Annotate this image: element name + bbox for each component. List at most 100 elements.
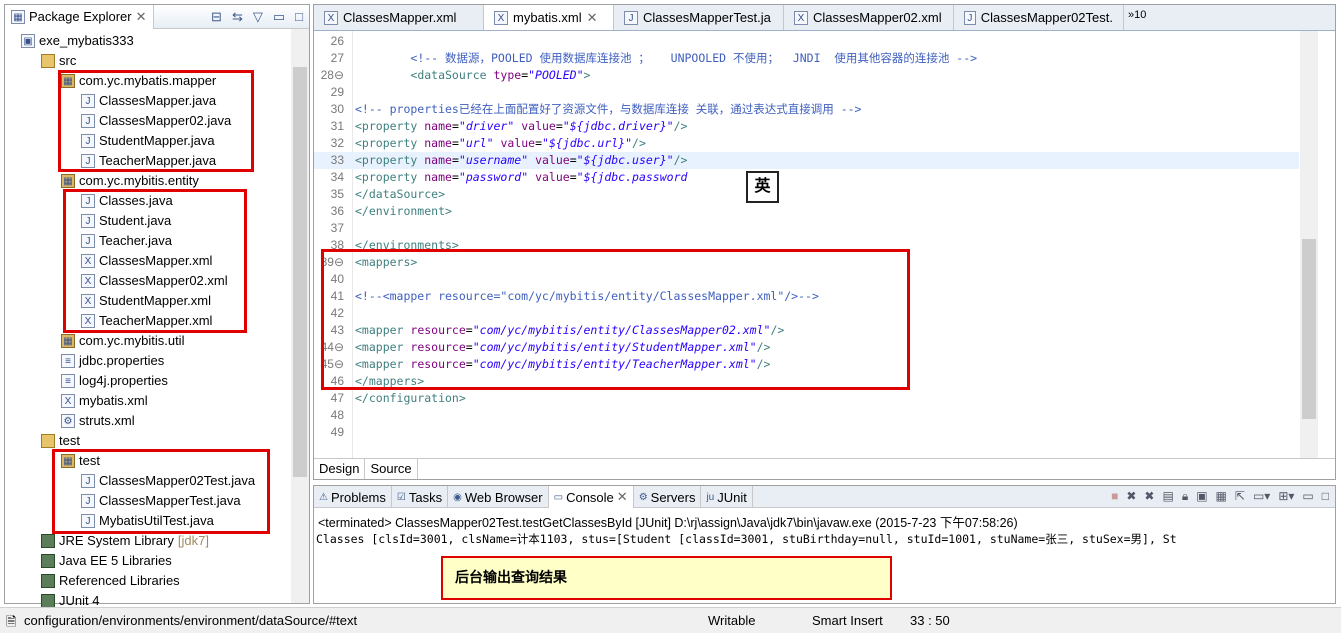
close-icon[interactable]: ✕ bbox=[136, 9, 147, 25]
tab-classesmapper-xml[interactable]: X ClassesMapper.xml bbox=[314, 5, 484, 30]
status-cursor-position: 33 : 50 bbox=[910, 613, 950, 628]
struts-file-icon: ⚙ bbox=[61, 414, 75, 428]
code-token: "${jdbc.password bbox=[576, 170, 688, 184]
code-line: 33 <property name="username" value="${jdb… bbox=[314, 152, 1299, 169]
line-number: 27 bbox=[330, 51, 344, 65]
tab-classesmapper02test-[interactable]: J ClassesMapper02Test. bbox=[954, 5, 1124, 30]
file-icon: X bbox=[324, 10, 338, 25]
highlight-test-package bbox=[52, 449, 270, 534]
code-line: 26 bbox=[314, 33, 1299, 50]
tree-item[interactable]: ▦ com.yc.mybitis.entity bbox=[61, 171, 199, 191]
line-number: 32 bbox=[330, 136, 344, 150]
code-token: value bbox=[535, 170, 570, 184]
xml-editor: X ClassesMapper.xml Xmybatis.xml ✕ J ClassesM… bbox=[313, 4, 1336, 480]
minimize-icon[interactable]: ▭ bbox=[1302, 489, 1313, 504]
tab-overflow-button[interactable]: »10 bbox=[1124, 5, 1150, 30]
editor-scrollbar[interactable] bbox=[1300, 31, 1318, 459]
tab-servers[interactable]: ⚙ Servers bbox=[634, 486, 702, 508]
library-icon bbox=[41, 594, 55, 608]
tab-junit[interactable]: ju JUnit bbox=[701, 486, 753, 508]
view-menu-icon[interactable]: ▽ bbox=[253, 9, 263, 25]
tab-package-explorer[interactable]: ▦ Package Explorer ✕ bbox=[5, 4, 154, 29]
tree-scrollbar[interactable] bbox=[291, 29, 309, 603]
code-token: name bbox=[424, 136, 452, 150]
console-output[interactable]: Classes [clsId=3001, clsName=计本1103, stu… bbox=[316, 531, 1331, 547]
code-token: "password" bbox=[458, 170, 529, 184]
maximize-icon[interactable]: □ bbox=[295, 9, 303, 25]
tree-item[interactable]: src bbox=[41, 51, 76, 71]
maximize-icon[interactable]: □ bbox=[1322, 489, 1329, 504]
code-token: "${jdbc.driver}" bbox=[562, 119, 674, 133]
tree-item-label: test bbox=[59, 433, 80, 448]
code-line: 32 <property name="url" value="${jdbc.url… bbox=[314, 135, 1299, 152]
tab-design[interactable]: Design bbox=[314, 459, 366, 479]
tree-item[interactable]: Referenced Libraries bbox=[41, 571, 180, 591]
tree-item[interactable]: ▣ exe_mybatis333 bbox=[21, 31, 134, 51]
tree-item[interactable]: ⚙ struts.xml bbox=[61, 411, 135, 431]
tab-label: ClassesMapper.xml bbox=[343, 10, 457, 25]
code-token: /> bbox=[632, 136, 646, 150]
code-token: = bbox=[535, 136, 543, 150]
tab-classesmapper02-xml[interactable]: X ClassesMapper02.xml bbox=[784, 5, 954, 30]
tab-mybatis-xml[interactable]: Xmybatis.xml ✕ bbox=[484, 5, 614, 30]
code-token: = bbox=[451, 153, 459, 167]
terminate-icon[interactable]: ■ bbox=[1111, 489, 1118, 504]
tab-web-browser[interactable]: ◉ Web Browser bbox=[448, 486, 549, 508]
pin-console-icon[interactable]: ⇱ bbox=[1235, 489, 1245, 504]
folder-icon bbox=[41, 434, 55, 448]
properties-file-icon: ≡ bbox=[61, 354, 75, 368]
code-token: value bbox=[521, 119, 556, 133]
tree-item-label: exe_mybatis333 bbox=[39, 33, 134, 48]
view-icon: ▭ bbox=[553, 491, 564, 503]
tree-item[interactable]: ▦ com.yc.mybitis.util bbox=[61, 331, 184, 351]
tree-item-suffix: [jdk7] bbox=[177, 533, 209, 548]
tab-source[interactable]: Source bbox=[365, 459, 418, 479]
show-console-icon[interactable]: ▦ bbox=[1216, 489, 1227, 504]
minimize-icon[interactable]: ▭ bbox=[273, 9, 285, 25]
code-token: /> bbox=[673, 119, 688, 133]
tab-classesmappertest-ja[interactable]: J ClassesMapperTest.ja bbox=[614, 5, 784, 30]
open-console-icon[interactable]: ⊞▾ bbox=[1278, 489, 1294, 504]
tree-item[interactable]: ≡ log4j.properties bbox=[61, 371, 168, 391]
tree-item[interactable]: JRE System Library [jdk7] bbox=[41, 531, 209, 551]
line-number: 37 bbox=[330, 221, 344, 235]
tree-item[interactable]: ≡ jdbc.properties bbox=[61, 351, 164, 371]
scroll-lock-icon[interactable]: 🔒︎ bbox=[1182, 489, 1188, 504]
code-line: 28⊖ <dataSource type="POOLED"> bbox=[314, 67, 1299, 84]
clear-console-icon[interactable]: ▤ bbox=[1162, 489, 1173, 504]
link-editor-icon[interactable]: ⇆ bbox=[232, 9, 243, 25]
collapse-all-icon[interactable]: ⊟ bbox=[211, 9, 222, 25]
package-explorer-icon: ▦ bbox=[11, 9, 25, 24]
tree-item[interactable]: test bbox=[41, 431, 80, 451]
tab-console[interactable]: ▭ Console ✕ bbox=[548, 486, 634, 508]
tab-label: Problems bbox=[330, 489, 386, 505]
code-token: = bbox=[569, 153, 577, 167]
word-wrap-icon[interactable]: ▣ bbox=[1196, 489, 1207, 504]
highlight-entity-files bbox=[63, 189, 247, 333]
code-line: 30 <!-- properties已经在上面配置好了资源文件，与数据库连接 关联… bbox=[314, 101, 1299, 118]
ime-indicator[interactable]: 英 bbox=[746, 171, 779, 203]
code-token: value bbox=[500, 136, 536, 150]
remove-launch-icon[interactable]: ✖ bbox=[1126, 489, 1136, 504]
code-token: > bbox=[583, 68, 591, 82]
tab-label: Console bbox=[566, 489, 614, 505]
code-line: 49 bbox=[314, 424, 1299, 441]
line-content: </environment> bbox=[355, 203, 452, 220]
tab-tasks[interactable]: ☑ Tasks bbox=[392, 486, 449, 508]
console-header: <terminated> ClassesMapper02Test.testGet… bbox=[318, 516, 1018, 530]
remove-all-icon[interactable]: ✖ bbox=[1144, 489, 1154, 504]
close-icon[interactable]: ✕ bbox=[617, 489, 628, 505]
tab-problems[interactable]: ⚠ Problems bbox=[314, 486, 392, 508]
tree-item[interactable]: Xmybatis.xml bbox=[61, 391, 148, 411]
line-content: <property name="password" value="${jdbc.… bbox=[355, 169, 687, 186]
code-area[interactable]: 26 27 <!-- 数据源，POOLED 使用数据库连接池 ； UNPOOLED… bbox=[314, 31, 1299, 459]
tree-item[interactable]: Java EE 5 Libraries bbox=[41, 551, 172, 571]
library-icon bbox=[41, 574, 55, 588]
tab-label: Servers bbox=[650, 489, 696, 505]
code-token: "${jdbc.user}" bbox=[576, 153, 674, 167]
close-icon[interactable]: ✕ bbox=[587, 10, 598, 26]
folder-icon bbox=[41, 54, 55, 68]
display-console-icon[interactable]: ▭▾ bbox=[1253, 489, 1270, 504]
properties-file-icon: ≡ bbox=[61, 374, 75, 388]
